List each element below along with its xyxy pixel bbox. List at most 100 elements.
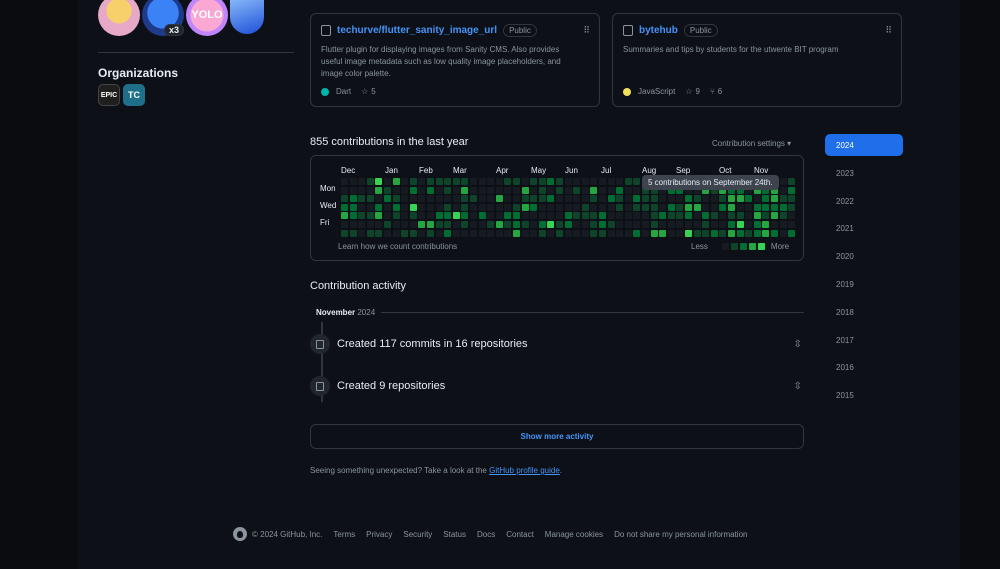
repo-forks[interactable]: ⑂ 6 xyxy=(710,87,722,96)
year-link-2022[interactable]: 2022 xyxy=(825,190,903,212)
contribution-day-cell[interactable] xyxy=(470,178,477,185)
year-link-2016[interactable]: 2016 xyxy=(825,356,903,378)
footer-link-docs[interactable]: Docs xyxy=(477,530,495,539)
contribution-day-cell[interactable] xyxy=(624,178,632,185)
contribution-day-cell[interactable] xyxy=(599,195,606,203)
contribution-day-cell[interactable] xyxy=(607,195,615,203)
contribution-day-cell[interactable] xyxy=(341,212,348,220)
contribution-day-cell[interactable] xyxy=(719,195,727,203)
contribution-day-cell[interactable] xyxy=(581,178,589,185)
contribution-day-cell[interactable] xyxy=(607,229,615,237)
contribution-day-cell[interactable] xyxy=(435,229,443,237)
contribution-day-cell[interactable] xyxy=(478,203,486,211)
contribution-day-cell[interactable] xyxy=(358,178,366,185)
contribution-day-cell[interactable] xyxy=(401,178,409,185)
contribution-day-cell[interactable] xyxy=(401,186,409,194)
contribution-day-cell[interactable] xyxy=(461,186,469,194)
contribution-day-cell[interactable] xyxy=(521,178,529,185)
contribution-day-cell[interactable] xyxy=(616,212,624,220)
contribution-day-cell[interactable] xyxy=(513,221,520,228)
contribution-day-cell[interactable] xyxy=(349,195,357,203)
contribution-day-cell[interactable] xyxy=(719,212,727,220)
footer-link-status[interactable]: Status xyxy=(443,530,466,539)
contribution-day-cell[interactable] xyxy=(642,229,649,237)
contribution-day-cell[interactable] xyxy=(452,212,460,220)
contribution-day-cell[interactable] xyxy=(753,195,761,203)
contribution-day-cell[interactable] xyxy=(599,186,606,194)
contribution-day-cell[interactable] xyxy=(349,186,357,194)
repo-link[interactable]: bytehub xyxy=(639,25,678,36)
contribution-day-cell[interactable] xyxy=(762,221,770,228)
contribution-day-cell[interactable] xyxy=(624,229,632,237)
activity-item[interactable]: Created 9 repositories ⇳ xyxy=(310,376,804,396)
contribution-day-cell[interactable] xyxy=(771,203,778,211)
contribution-day-cell[interactable] xyxy=(599,212,606,220)
contribution-day-cell[interactable] xyxy=(642,203,649,211)
contribution-day-cell[interactable] xyxy=(478,212,486,220)
contribution-day-cell[interactable] xyxy=(521,195,529,203)
contribution-day-cell[interactable] xyxy=(358,221,366,228)
contribution-day-cell[interactable] xyxy=(616,178,624,185)
footer-link-contact[interactable]: Contact xyxy=(506,530,534,539)
contribution-day-cell[interactable] xyxy=(392,195,400,203)
contribution-day-cell[interactable] xyxy=(461,212,469,220)
activity-item[interactable]: Created 117 commits in 16 repositories ⇳ xyxy=(310,334,804,354)
contribution-day-cell[interactable] xyxy=(650,195,658,203)
contribution-day-cell[interactable] xyxy=(530,203,538,211)
contribution-day-cell[interactable] xyxy=(728,203,735,211)
contribution-day-cell[interactable] xyxy=(650,221,658,228)
contribution-day-cell[interactable] xyxy=(624,221,632,228)
contribution-day-cell[interactable] xyxy=(736,212,744,220)
contribution-day-cell[interactable] xyxy=(409,221,417,228)
contribution-day-cell[interactable] xyxy=(753,203,761,211)
contribution-day-cell[interactable] xyxy=(375,221,383,228)
expand-collapse-icon[interactable]: ⇳ xyxy=(794,381,802,392)
contribution-day-cell[interactable] xyxy=(349,229,357,237)
contribution-day-cell[interactable] xyxy=(779,186,787,194)
contribution-day-cell[interactable] xyxy=(384,186,391,194)
contribution-day-cell[interactable] xyxy=(513,195,520,203)
contribution-day-cell[interactable] xyxy=(556,221,563,228)
contribution-day-cell[interactable] xyxy=(487,203,495,211)
contribution-day-cell[interactable] xyxy=(667,212,675,220)
drag-handle-icon[interactable]: ⠿ xyxy=(885,25,892,36)
contribution-day-cell[interactable] xyxy=(547,212,555,220)
contribution-day-cell[interactable] xyxy=(590,229,598,237)
contribution-day-cell[interactable] xyxy=(418,178,426,185)
contribution-day-cell[interactable] xyxy=(547,203,555,211)
contribution-day-cell[interactable] xyxy=(753,229,761,237)
contribution-day-cell[interactable] xyxy=(384,221,391,228)
contribution-day-cell[interactable] xyxy=(538,186,546,194)
contribution-day-cell[interactable] xyxy=(418,212,426,220)
yolo-achievement-icon[interactable]: YOLO xyxy=(186,0,228,36)
github-logo-icon[interactable] xyxy=(233,527,247,541)
contribution-day-cell[interactable] xyxy=(444,186,452,194)
contribution-day-cell[interactable] xyxy=(409,186,417,194)
contribution-day-cell[interactable] xyxy=(616,221,624,228)
contribution-day-cell[interactable] xyxy=(573,221,581,228)
footer-link-do-not-share-my-personal-information[interactable]: Do not share my personal information xyxy=(614,530,747,539)
contribution-day-cell[interactable] xyxy=(349,178,357,185)
contribution-day-cell[interactable] xyxy=(435,212,443,220)
contribution-day-cell[interactable] xyxy=(427,195,434,203)
footer-link-terms[interactable]: Terms xyxy=(333,530,355,539)
contribution-day-cell[interactable] xyxy=(633,178,641,185)
contribution-day-cell[interactable] xyxy=(728,195,735,203)
contribution-day-cell[interactable] xyxy=(728,229,735,237)
contribution-day-cell[interactable] xyxy=(547,178,555,185)
contribution-day-cell[interactable] xyxy=(745,195,753,203)
year-link-2020[interactable]: 2020 xyxy=(825,245,903,267)
contribution-day-cell[interactable] xyxy=(624,203,632,211)
contribution-day-cell[interactable] xyxy=(392,229,400,237)
year-link-2021[interactable]: 2021 xyxy=(825,217,903,239)
grinning-face-achievement-icon[interactable] xyxy=(98,0,140,36)
contribution-day-cell[interactable] xyxy=(461,229,469,237)
contribution-day-cell[interactable] xyxy=(667,195,675,203)
contribution-day-cell[interactable] xyxy=(366,178,374,185)
contribution-day-cell[interactable] xyxy=(607,203,615,211)
contribution-day-cell[interactable] xyxy=(753,212,761,220)
contribution-day-cell[interactable] xyxy=(642,212,649,220)
contribution-day-cell[interactable] xyxy=(392,203,400,211)
epic-games-org-icon[interactable]: EPIC xyxy=(98,84,120,106)
contribution-day-cell[interactable] xyxy=(461,195,469,203)
